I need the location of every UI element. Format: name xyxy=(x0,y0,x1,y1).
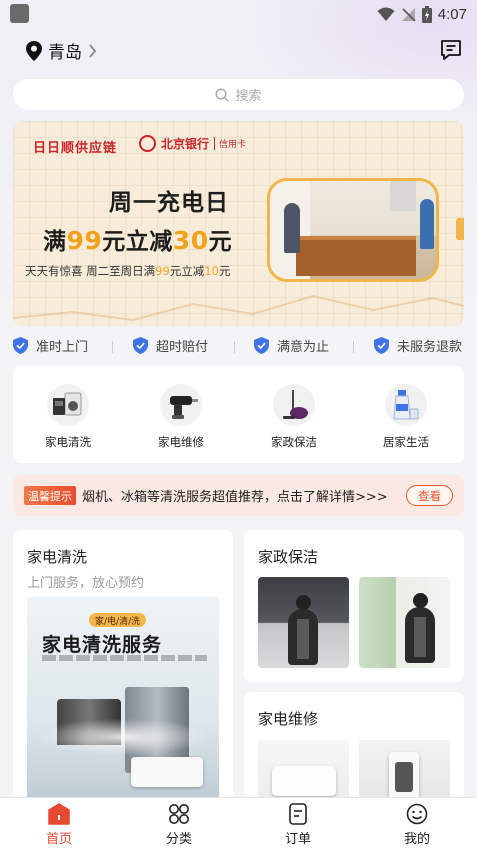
poster-chip: 家/电/清/洗 xyxy=(89,613,147,627)
banner-indicator xyxy=(456,218,464,240)
home-icon xyxy=(48,803,70,825)
bank-of-beijing-logo: 北京银行 信用卡 xyxy=(139,135,246,152)
service-housekeeping[interactable]: 家政保洁 xyxy=(254,384,334,450)
card-housekeeping[interactable]: 家政保洁 xyxy=(244,530,464,682)
bottom-tab-bar: 首页 分类 订单 我的 xyxy=(0,797,477,849)
guarantee-item: 满意为止 xyxy=(254,336,329,355)
guarantee-item: 未服务退款 xyxy=(374,336,462,355)
tab-category[interactable]: 分类 xyxy=(144,803,214,847)
service-categories: 家电清洗 家电维修 家政保洁 居家生活 xyxy=(13,366,464,463)
location-selector[interactable]: 青岛 xyxy=(26,38,97,63)
guarantee-item: 超时赔付 xyxy=(133,336,208,355)
tab-profile[interactable]: 我的 xyxy=(382,803,452,847)
notification-icon xyxy=(10,4,29,23)
tab-home[interactable]: 首页 xyxy=(24,803,94,847)
service-guarantees: 准时上门 超时赔付 满意为止 未服务退款 xyxy=(0,336,477,358)
message-icon[interactable] xyxy=(439,38,463,62)
card-appliance-cleaning[interactable]: 家电清洗 上门服务，放心预约 家/电/清/洗 家电清洗服务 xyxy=(13,530,233,810)
chevron-right-icon xyxy=(89,43,97,58)
banner-promo: 满99元立减30元 xyxy=(43,226,233,255)
vacuum-cleaner-icon xyxy=(273,384,315,426)
card-title: 家政保洁 xyxy=(258,548,319,566)
housekeeping-photo xyxy=(258,577,349,668)
window-cleaning-photo xyxy=(359,577,450,668)
shield-check-icon xyxy=(254,337,269,354)
spray-bottle-icon xyxy=(385,384,427,426)
banner-kitchen-photo xyxy=(267,178,439,282)
guarantee-item: 准时上门 xyxy=(13,336,88,355)
search-icon xyxy=(215,87,230,102)
battery-icon xyxy=(421,5,432,23)
search-bar[interactable]: 搜索 xyxy=(13,79,464,110)
banner-title: 周一充电日 xyxy=(109,190,229,216)
bank-card-label: 信用卡 xyxy=(214,137,246,150)
shield-check-icon xyxy=(374,337,389,354)
service-home-living[interactable]: 居家生活 xyxy=(366,384,446,450)
no-signal-icon xyxy=(401,7,416,22)
profile-icon xyxy=(406,803,428,825)
city-name: 青岛 xyxy=(48,43,82,63)
promo-banner[interactable]: 日日顺供应链 北京银行 信用卡 周一充电日 满99元立减30元 天天有惊喜 周二… xyxy=(13,121,464,326)
card-title: 家电清洗 xyxy=(27,548,88,566)
poster-title: 家电清洗服务 xyxy=(42,634,163,656)
banner-subtitle: 天天有惊喜 周二至周日满99元立减10元 xyxy=(25,264,231,278)
bank-logo-icon xyxy=(139,135,156,152)
order-icon xyxy=(289,803,307,825)
drill-icon xyxy=(160,384,202,426)
banner-decoration xyxy=(13,294,464,322)
status-bar: 4:07 xyxy=(0,0,477,28)
card-title: 家电维修 xyxy=(258,710,319,728)
appliance-cleaning-poster: 家/电/清/洗 家电清洗服务 xyxy=(27,597,219,810)
bank-name: 北京银行 xyxy=(161,137,210,151)
wifi-icon xyxy=(377,7,395,21)
view-button[interactable]: 查看 xyxy=(406,485,453,506)
header: 青岛 xyxy=(0,34,477,68)
status-time: 4:07 xyxy=(437,5,467,23)
card-appliance-repair[interactable]: 家电维修 xyxy=(244,692,464,810)
search-placeholder: 搜索 xyxy=(235,89,262,104)
card-subtitle: 上门服务，放心预约 xyxy=(27,576,145,591)
washing-machine-icon xyxy=(47,384,89,426)
tip-tag: 温馨提示 xyxy=(24,486,76,505)
shield-check-icon xyxy=(13,337,28,354)
rrs-logo: 日日顺供应链 xyxy=(33,141,118,156)
tip-message: 烟机、冰箱等清洗服务超值推荐，点击了解详情>>> xyxy=(82,490,388,505)
tab-orders[interactable]: 订单 xyxy=(263,803,333,847)
tip-bar[interactable]: 温馨提示 烟机、冰箱等清洗服务超值推荐，点击了解详情>>> 查看 xyxy=(13,475,464,516)
shield-check-icon xyxy=(133,337,148,354)
category-icon xyxy=(169,804,189,824)
service-appliance-repair[interactable]: 家电维修 xyxy=(141,384,221,450)
location-pin-icon xyxy=(26,40,42,61)
service-appliance-cleaning[interactable]: 家电清洗 xyxy=(28,384,108,450)
